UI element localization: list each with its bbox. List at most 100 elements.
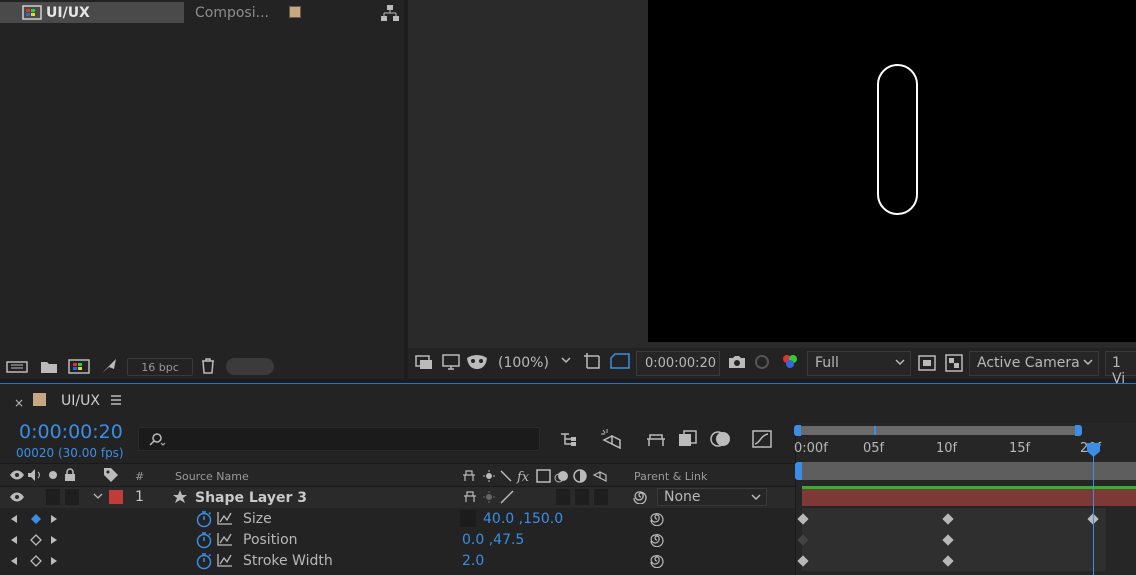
next-keyframe-icon[interactable] — [50, 535, 58, 545]
motion-blur-icon[interactable] — [710, 430, 732, 448]
pick-whip-icon[interactable] — [650, 512, 664, 526]
navigator-start-handle[interactable] — [794, 425, 801, 436]
graph-editor-icon[interactable] — [752, 429, 774, 449]
next-keyframe-icon[interactable] — [50, 514, 58, 524]
keyframe-diamond-icon[interactable] — [30, 555, 42, 567]
property-row-position[interactable] — [0, 529, 795, 550]
camera-snapshot-icon[interactable] — [727, 354, 747, 370]
layer-name[interactable]: Shape Layer 3 — [195, 490, 307, 506]
pick-whip-icon[interactable] — [633, 490, 649, 504]
frame-blending-icon[interactable] — [678, 430, 698, 448]
video-visibility-icon[interactable] — [9, 469, 25, 481]
graph-icon[interactable] — [217, 532, 233, 546]
bit-depth-button[interactable]: 16 bpc — [127, 358, 193, 376]
search-icon — [147, 432, 167, 448]
work-area-bar[interactable] — [798, 462, 1136, 480]
draft-3d-icon[interactable] — [600, 428, 624, 450]
project-item-label-swatch — [289, 6, 301, 18]
layer-switches-icons[interactable] — [463, 490, 523, 504]
composition-mini-flowchart-icon[interactable] — [560, 430, 582, 448]
flowchart-icon[interactable] — [380, 4, 400, 22]
property-value[interactable]: 0.0 ,47.5 — [462, 532, 524, 548]
pick-whip-icon[interactable] — [650, 554, 664, 568]
current-time-display[interactable]: 0:00:00:20 — [19, 421, 123, 443]
property-value[interactable]: 40.0 ,150.0 — [483, 511, 563, 527]
mask-visibility-icon[interactable] — [466, 353, 488, 371]
chevron-down-icon[interactable] — [1082, 356, 1094, 368]
navigator-end-handle[interactable] — [1075, 425, 1082, 436]
previous-keyframe-icon[interactable] — [10, 514, 18, 524]
ruler-tick-label: 10f — [936, 441, 958, 456]
thumbnail-size-slider[interactable] — [226, 358, 274, 375]
next-keyframe-icon[interactable] — [50, 556, 58, 566]
layer-switch-box[interactable] — [575, 489, 589, 505]
property-row-size[interactable] — [0, 508, 795, 529]
interpret-footage-icon[interactable] — [6, 360, 28, 374]
viewer-timecode[interactable]: 0:00:00:20 — [645, 356, 716, 371]
rounded-rectangle-shape[interactable] — [877, 64, 918, 215]
trash-icon[interactable] — [200, 357, 216, 375]
magnification-value[interactable]: (100%) — [498, 355, 549, 371]
previous-keyframe-icon[interactable] — [10, 556, 18, 566]
stopwatch-icon[interactable] — [195, 510, 213, 528]
transparency-grid-icon[interactable] — [609, 351, 631, 371]
project-item-name: UI/UX — [46, 5, 90, 21]
new-folder-icon[interactable] — [40, 359, 58, 374]
keyframe-diamond-icon[interactable] — [30, 534, 42, 546]
panel-menu-icon[interactable] — [110, 394, 122, 406]
audio-icon[interactable] — [27, 468, 43, 482]
layer-duration-bar[interactable] — [802, 486, 1136, 506]
region-of-interest-icon[interactable] — [583, 352, 603, 372]
layer-search-input[interactable] — [138, 427, 540, 451]
constrain-proportions-box[interactable] — [460, 510, 476, 527]
layer-switch-box[interactable] — [556, 489, 570, 505]
layer-visibility-icon[interactable] — [9, 491, 25, 503]
label-icon[interactable] — [103, 467, 119, 483]
layer-solo-box[interactable] — [46, 489, 60, 505]
previous-keyframe-icon[interactable] — [10, 535, 18, 545]
ruler-tick-label: 0:00f — [794, 441, 828, 456]
lock-icon[interactable] — [64, 468, 76, 482]
solo-icon[interactable] — [49, 471, 57, 479]
monitor-icon[interactable] — [442, 353, 460, 371]
chevron-down-icon[interactable] — [93, 491, 103, 501]
stopwatch-icon[interactable] — [195, 552, 213, 570]
column-header-source-name[interactable]: Source Name — [175, 470, 249, 483]
pick-whip-icon[interactable] — [650, 533, 664, 547]
fast-previews-icon[interactable] — [918, 354, 936, 372]
timeline-tab-name[interactable]: UI/UX — [61, 393, 100, 409]
ruler-tick-label: 05f — [863, 441, 885, 456]
work-area-start-handle[interactable] — [795, 462, 802, 480]
navigator-marker — [874, 426, 876, 435]
chevron-down-icon[interactable] — [560, 354, 572, 366]
shape-layer-star-icon — [172, 489, 188, 505]
graph-icon[interactable] — [217, 511, 233, 525]
project-item-row[interactable]: UI/UX — [0, 2, 184, 23]
ruler-tick-label: 15f — [1009, 441, 1031, 456]
camera-view-value: Active Camera — [977, 355, 1080, 371]
media-encoder-icon[interactable] — [100, 357, 120, 375]
close-tab-icon[interactable]: × — [14, 396, 24, 410]
property-row-stroke-width[interactable] — [0, 550, 795, 571]
chevron-down-icon[interactable] — [750, 493, 762, 503]
toggle-transparency-icon[interactable] — [945, 354, 963, 372]
resolution-value: Full — [815, 355, 839, 371]
show-snapshot-icon[interactable] — [752, 353, 772, 371]
layer-label-color[interactable] — [109, 490, 123, 504]
new-composition-icon[interactable] — [68, 359, 90, 374]
project-item-type: Composi... — [195, 5, 269, 21]
color-channels-icon[interactable] — [780, 352, 800, 372]
hide-shy-layers-icon[interactable] — [645, 430, 667, 448]
always-preview-icon[interactable] — [414, 353, 434, 371]
current-time-indicator[interactable] — [1093, 447, 1094, 575]
layer-lock-box[interactable] — [65, 489, 79, 505]
keyframe-diamond-icon[interactable] — [30, 513, 42, 525]
layer-switch-box[interactable] — [594, 489, 608, 505]
navigator-bar[interactable] — [797, 426, 1079, 435]
property-value[interactable]: 2.0 — [462, 553, 484, 569]
column-header-parent[interactable]: Parent & Link — [634, 470, 707, 483]
chevron-down-icon[interactable] — [894, 356, 906, 368]
stopwatch-icon[interactable] — [195, 531, 213, 549]
composition-icon — [22, 5, 42, 20]
graph-icon[interactable] — [217, 553, 233, 567]
